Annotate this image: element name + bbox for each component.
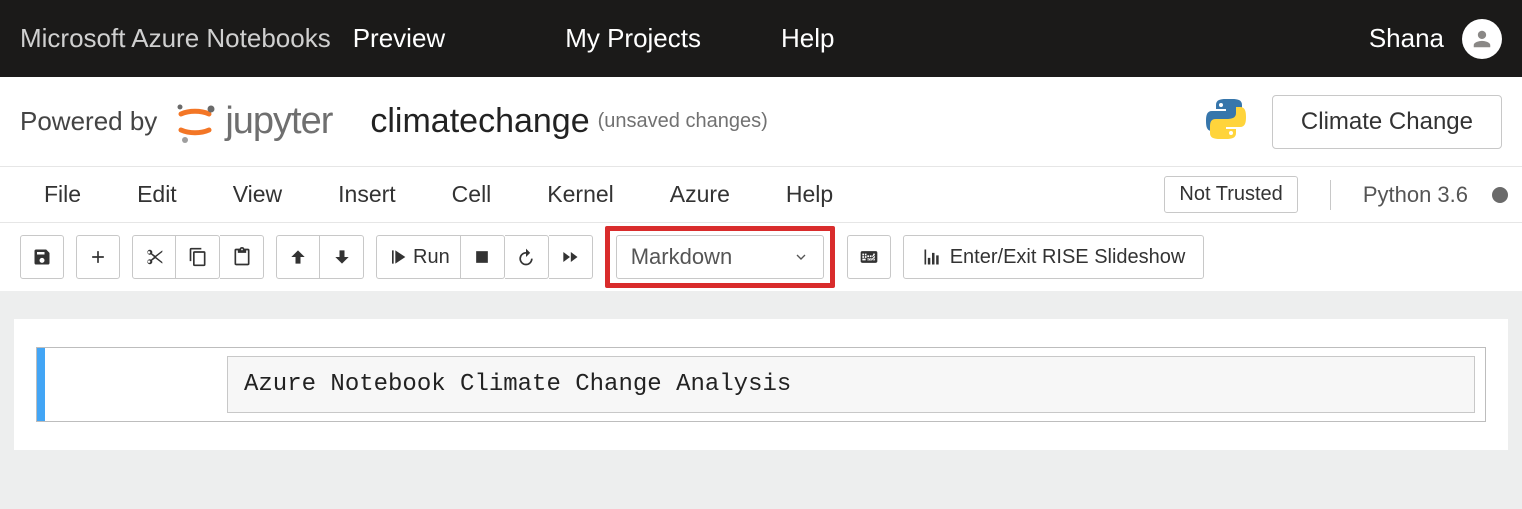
plus-icon bbox=[88, 247, 108, 267]
kernel-indicator-group: Not Trusted Python 3.6 bbox=[1164, 176, 1508, 213]
save-button[interactable] bbox=[20, 235, 64, 279]
jupyter-logo[interactable]: jupyter bbox=[171, 98, 332, 146]
cell[interactable]: Azure Notebook Climate Change Analysis bbox=[36, 347, 1486, 422]
notebook-area: Azure Notebook Climate Change Analysis bbox=[0, 291, 1522, 478]
rise-label: Enter/Exit RISE Slideshow bbox=[950, 246, 1186, 269]
python-logo bbox=[1202, 95, 1250, 148]
restart-run-all-button[interactable] bbox=[549, 235, 593, 279]
cell-editor[interactable]: Azure Notebook Climate Change Analysis bbox=[227, 356, 1475, 413]
menu-azure[interactable]: Azure bbox=[670, 175, 730, 214]
copy-button[interactable] bbox=[176, 235, 220, 279]
user-avatar[interactable] bbox=[1462, 19, 1502, 59]
python-icon bbox=[1202, 95, 1250, 143]
menu-file[interactable]: File bbox=[44, 175, 81, 214]
menu-cell[interactable]: Cell bbox=[452, 175, 492, 214]
menu-insert[interactable]: Insert bbox=[338, 175, 396, 214]
rise-slideshow-button[interactable]: Enter/Exit RISE Slideshow bbox=[903, 235, 1205, 279]
menu-view[interactable]: View bbox=[233, 175, 282, 214]
cut-button[interactable] bbox=[132, 235, 176, 279]
refresh-icon bbox=[516, 247, 536, 267]
powered-by-label: Powered by bbox=[20, 106, 157, 137]
keyboard-icon bbox=[859, 247, 879, 267]
cell-prompt bbox=[45, 348, 227, 421]
fast-forward-icon bbox=[560, 247, 580, 267]
restart-button[interactable] bbox=[505, 235, 549, 279]
paste-button[interactable] bbox=[220, 235, 264, 279]
cell-select-bar bbox=[37, 348, 45, 421]
save-icon bbox=[32, 247, 52, 267]
jupyter-text: jupyter bbox=[225, 100, 332, 143]
command-palette-button[interactable] bbox=[847, 235, 891, 279]
user-icon bbox=[1471, 28, 1493, 50]
arrow-down-icon bbox=[332, 247, 352, 267]
scissors-icon bbox=[144, 247, 164, 267]
run-button[interactable]: Run bbox=[376, 235, 461, 279]
move-up-button[interactable] bbox=[276, 235, 320, 279]
notebook-title[interactable]: climatechange bbox=[370, 102, 589, 141]
chevron-down-icon bbox=[793, 249, 809, 265]
nav-help[interactable]: Help bbox=[781, 23, 834, 54]
cell-type-select[interactable]: Markdown bbox=[616, 235, 824, 279]
stop-icon bbox=[472, 247, 492, 267]
save-status: (unsaved changes) bbox=[598, 110, 768, 133]
notebook-header: Powered by jupyter climatechange (unsave… bbox=[0, 77, 1522, 167]
kernel-name[interactable]: Python 3.6 bbox=[1363, 182, 1468, 208]
divider bbox=[1330, 180, 1331, 210]
cell-container: Azure Notebook Climate Change Analysis bbox=[14, 319, 1508, 450]
run-icon bbox=[387, 247, 407, 267]
move-down-button[interactable] bbox=[320, 235, 364, 279]
trusted-button[interactable]: Not Trusted bbox=[1164, 176, 1297, 213]
azure-top-bar: Microsoft Azure Notebooks Preview My Pro… bbox=[0, 0, 1522, 77]
cell-type-highlight: Markdown bbox=[605, 226, 835, 288]
project-button[interactable]: Climate Change bbox=[1272, 95, 1502, 149]
paste-icon bbox=[232, 247, 252, 267]
copy-icon bbox=[188, 247, 208, 267]
brand-text: Microsoft Azure Notebooks bbox=[20, 23, 331, 54]
interrupt-button[interactable] bbox=[461, 235, 505, 279]
menu-kernel[interactable]: Kernel bbox=[547, 175, 613, 214]
preview-label: Preview bbox=[353, 23, 445, 54]
cell-type-value: Markdown bbox=[631, 244, 732, 270]
insert-cell-button[interactable] bbox=[76, 235, 120, 279]
toolbar: Run Markdown Enter/Exit RISE Slideshow bbox=[0, 223, 1522, 291]
kernel-status-icon[interactable] bbox=[1492, 187, 1508, 203]
nav-my-projects[interactable]: My Projects bbox=[565, 23, 701, 54]
run-label: Run bbox=[413, 246, 450, 269]
jupyter-icon bbox=[171, 98, 219, 146]
menu-bar: File Edit View Insert Cell Kernel Azure … bbox=[0, 167, 1522, 223]
menu-help[interactable]: Help bbox=[786, 175, 833, 214]
user-name[interactable]: Shana bbox=[1369, 23, 1444, 54]
arrow-up-icon bbox=[288, 247, 308, 267]
bar-chart-icon bbox=[922, 247, 942, 267]
menu-edit[interactable]: Edit bbox=[137, 175, 177, 214]
